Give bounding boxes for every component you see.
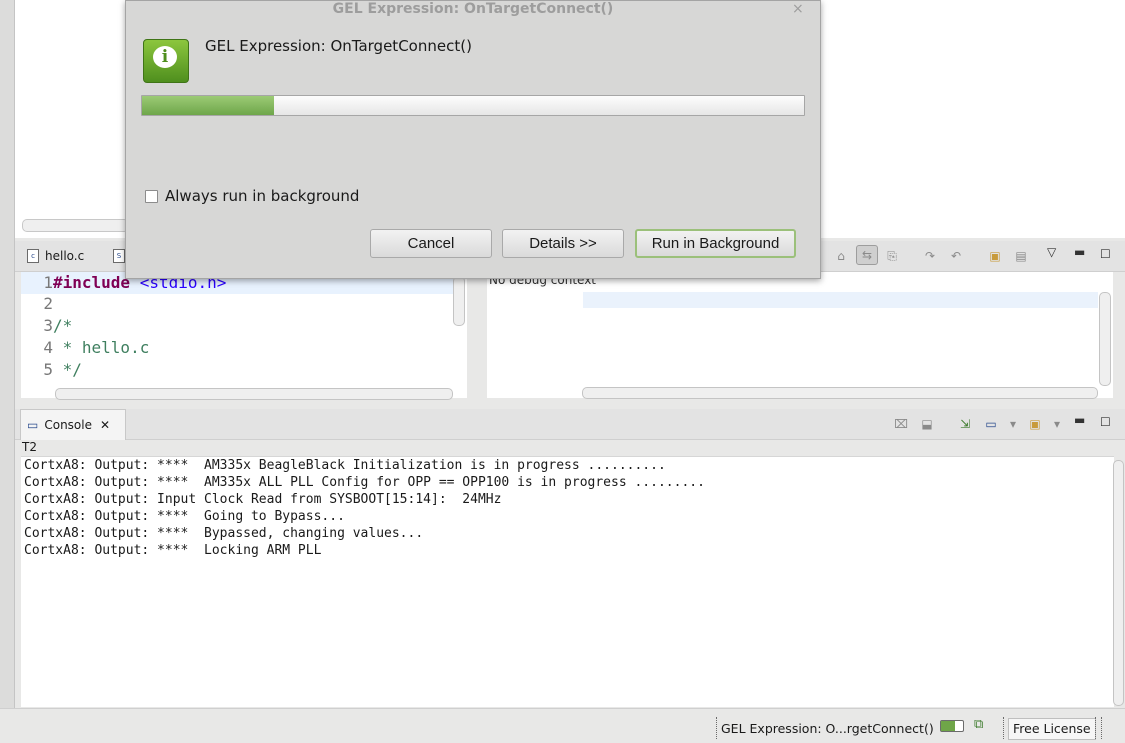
debug-horizontal-scrollbar[interactable]: [582, 387, 1098, 399]
progress-bar: [141, 95, 805, 116]
code-line: 5 */: [43, 360, 82, 379]
close-icon[interactable]: ✕: [100, 418, 110, 432]
maximize-icon[interactable]: ☐: [1100, 415, 1111, 429]
status-bar: GEL Expression: O...rgetConnect() ⧉ Free…: [0, 708, 1125, 743]
chevron-down-icon[interactable]: ▾: [1003, 415, 1023, 433]
info-icon: i: [143, 39, 189, 83]
always-run-in-background-row[interactable]: Always run in background: [145, 187, 359, 205]
pin-icon[interactable]: ▤: [1011, 247, 1031, 265]
open-console-icon[interactable]: ▣: [1025, 415, 1045, 433]
console-name: T2: [22, 440, 37, 454]
clear-console-icon[interactable]: ⌧: [891, 415, 911, 433]
status-separator: [716, 717, 717, 739]
run-in-background-button[interactable]: Run in Background: [635, 229, 796, 258]
editor-horizontal-scrollbar[interactable]: [55, 388, 453, 400]
tab-label: hello.c: [45, 249, 85, 263]
console-line: CortxA8: Output: **** Bypassed, changing…: [24, 526, 424, 541]
always-run-in-background-checkbox[interactable]: [145, 189, 158, 203]
progress-view-icon[interactable]: ⧉: [974, 717, 983, 732]
status-separator: [1095, 717, 1096, 739]
console-line: CortxA8: Output: **** AM335x ALL PLL Con…: [24, 475, 705, 490]
step-return-icon[interactable]: ↶: [946, 247, 966, 265]
console-line: CortxA8: Output: **** AM335x BeagleBlack…: [24, 458, 666, 473]
close-icon[interactable]: ×: [792, 1, 804, 17]
console-line: CortxA8: Output: **** Going to Bypass...: [24, 509, 345, 524]
c-file-icon: c: [27, 249, 39, 263]
gel-expression-dialog: GEL Expression: OnTargetConnect() × i GE…: [125, 0, 821, 279]
maximize-icon[interactable]: ☐: [1100, 247, 1111, 261]
progress-fill: [142, 96, 275, 115]
code-editor[interactable]: 1#include <stdio.h> 2 3/* 4 * hello.c 5 …: [21, 272, 467, 398]
display-console-icon[interactable]: ▭: [981, 415, 1001, 433]
checkbox-label: Always run in background: [165, 187, 360, 205]
minimize-icon[interactable]: ▬: [1074, 413, 1085, 427]
console-line: CortxA8: Output: Input Clock Read from S…: [24, 492, 502, 507]
dialog-message: GEL Expression: OnTargetConnect(): [205, 37, 472, 55]
debug-vertical-scrollbar[interactable]: [1099, 292, 1111, 386]
code-line: 3/*: [43, 316, 73, 335]
link-with-editor-icon[interactable]: ⇆: [856, 245, 878, 265]
copy-icon[interactable]: ⎘: [882, 247, 902, 265]
step-over-icon[interactable]: ↷: [920, 247, 940, 265]
status-progress-bar[interactable]: [940, 720, 964, 732]
minimize-icon[interactable]: ▬: [1074, 245, 1085, 259]
details-button[interactable]: Details >>: [502, 229, 624, 258]
left-panel-strip: [0, 0, 15, 708]
console-tab-label: Console: [44, 418, 92, 432]
tab-console[interactable]: ▭ Console ✕: [20, 409, 126, 440]
new-view-icon[interactable]: ▣: [985, 247, 1005, 265]
license-badge[interactable]: Free License: [1008, 718, 1096, 740]
tab-hello-c[interactable]: c hello.c: [27, 241, 84, 271]
chevron-down-icon[interactable]: ▾: [1047, 415, 1067, 433]
code-line: 2: [43, 294, 53, 313]
scroll-lock-icon[interactable]: ⬓: [917, 415, 937, 433]
console-icon: ▭: [27, 418, 39, 432]
cancel-button[interactable]: Cancel: [370, 229, 492, 258]
pin-console-icon[interactable]: ⇲: [955, 415, 975, 433]
console-vertical-scrollbar[interactable]: [1113, 460, 1124, 706]
status-separator: [1101, 717, 1102, 739]
debug-selection-row[interactable]: [583, 292, 1098, 308]
debug-view[interactable]: No debug context: [487, 272, 1113, 398]
console-output[interactable]: CortxA8: Output: **** AM335x BeagleBlack…: [21, 456, 1114, 707]
dialog-title: GEL Expression: OnTargetConnect(): [332, 1, 614, 17]
console-tab-bar: ▭ Console ✕ ⌧ ⬓ ⇲ ▭ ▾ ▣ ▾ ▬ ☐: [15, 409, 1125, 440]
source-file-icon: S: [113, 249, 125, 263]
top-horizontal-scrollbar[interactable]: [22, 219, 129, 232]
console-line: CortxA8: Output: **** Locking ARM PLL: [24, 543, 322, 558]
status-separator: [1003, 717, 1004, 739]
view-menu-icon[interactable]: ▽: [1047, 245, 1056, 259]
status-job-label[interactable]: GEL Expression: O...rgetConnect(): [721, 721, 934, 736]
home-icon[interactable]: ⌂: [831, 247, 851, 265]
code-line: 4 * hello.c: [43, 338, 150, 357]
editor-vertical-scrollbar[interactable]: [453, 276, 465, 326]
